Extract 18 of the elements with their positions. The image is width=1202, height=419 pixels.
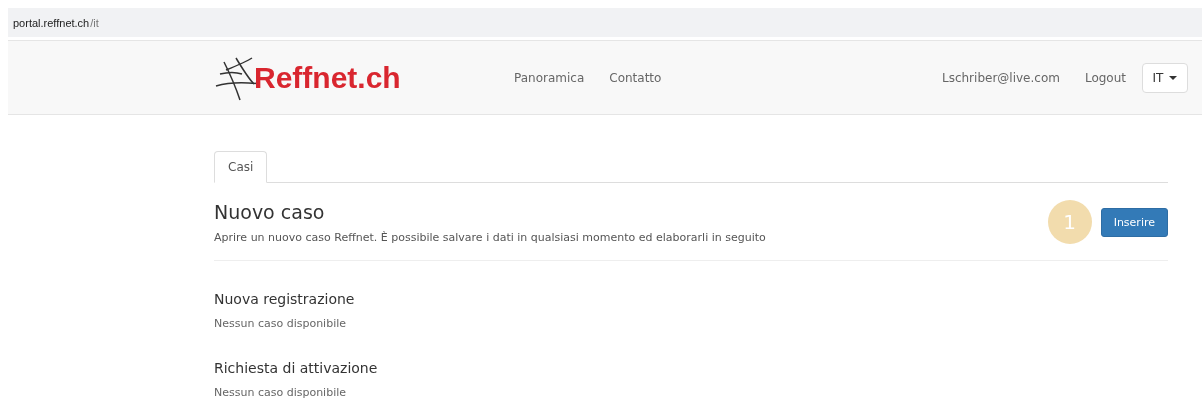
language-dropdown[interactable]: IT: [1142, 62, 1188, 93]
subsection-title: Richiesta di attivazione: [214, 360, 379, 376]
description: Aprire un nuovo caso Reffnet. È possibile salvare i dati in qualsiasi momento ed elaborarli in seguito: [214, 231, 766, 244]
tab[interactable]: Casi: [214, 151, 268, 183]
logo-text: Reffnet.ch: [254, 60, 401, 95]
nav-link[interactable]: Contatto: [609, 70, 662, 85]
caret-icon: [1169, 75, 1178, 80]
step-badge: 1: [1047, 200, 1092, 244]
user-email-link[interactable]: Lschriber@live.com: [941, 70, 1060, 85]
logout-link[interactable]: Logout: [1084, 70, 1126, 85]
empty-message: Nessun caso disponibile: [214, 317, 348, 330]
address-path: /it: [90, 16, 99, 29]
empty-message: Nessun caso disponibile: [214, 386, 348, 399]
subsection-title: Nuova registrazione: [214, 291, 356, 307]
section-title: Nuovo caso: [214, 201, 326, 223]
insert-button[interactable]: Inserire: [1100, 207, 1168, 237]
nav-link[interactable]: Panoramica: [514, 70, 585, 85]
address-host: portal.reffnet.ch: [13, 16, 90, 29]
